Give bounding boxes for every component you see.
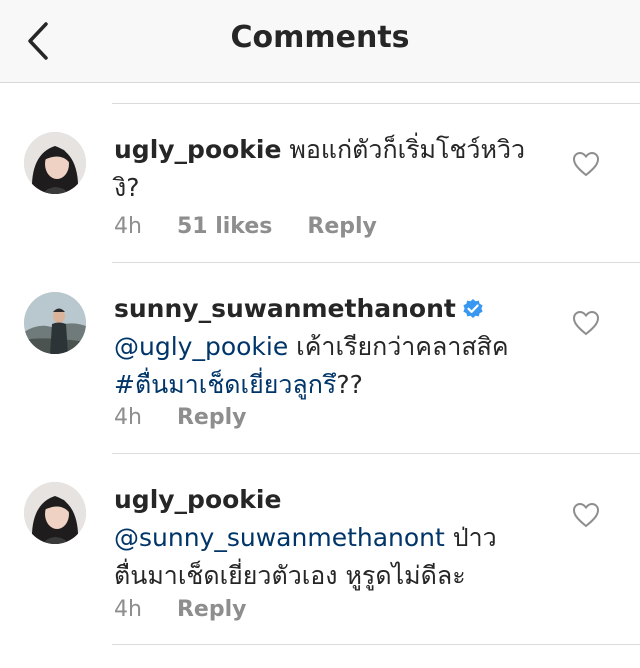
page-title: Comments <box>230 20 410 55</box>
comment-text-continued: ?? <box>336 370 363 399</box>
comment-username[interactable]: ugly_pookie <box>114 135 281 164</box>
comment-text-continued: ตื่นมาเช็ดเยี่ยวตัวเอง หูรูดไม่ดีละ <box>114 561 466 590</box>
verified-badge-icon <box>463 299 483 318</box>
reply-button[interactable]: Reply <box>177 405 247 430</box>
comment-text: พอแก่ตัวก็เริ่มโชว์หวิว <box>289 135 526 164</box>
comment-divider <box>112 262 640 263</box>
reply-button[interactable]: Reply <box>307 214 377 239</box>
comment-divider <box>112 103 640 104</box>
comment-divider <box>112 453 640 454</box>
comment-time: 4h <box>114 214 142 239</box>
heart-outline-icon[interactable] <box>572 151 600 177</box>
navigation-header: Comments <box>0 0 640 83</box>
comment-meta: 4h Reply <box>114 405 274 430</box>
comment-text: เค้าเรียกว่าคลาสสิค <box>288 332 509 361</box>
heart-outline-icon[interactable] <box>572 310 600 336</box>
comment-body: ugly_pookie @sunny_suwanmethanont ป่าว ต… <box>114 481 534 595</box>
comment-body: ugly_pookie พอแก่ตัวก็เริ่มโชว์หวิว งิ? <box>114 131 534 207</box>
comment-username[interactable]: sunny_suwanmethanont <box>114 294 456 323</box>
avatar[interactable] <box>24 132 86 194</box>
comment-time: 4h <box>114 405 142 430</box>
heart-outline-icon[interactable] <box>572 502 600 528</box>
likes-count[interactable]: 51 likes <box>177 214 272 239</box>
mention-link[interactable]: @ugly_pookie <box>114 332 288 361</box>
comment-text: ป่าว <box>444 523 497 552</box>
mention-link[interactable]: @sunny_suwanmethanont <box>114 523 445 552</box>
comment-time: 4h <box>114 597 142 622</box>
comment-divider <box>112 644 640 645</box>
avatar[interactable] <box>24 482 86 544</box>
reply-button[interactable]: Reply <box>177 597 247 622</box>
avatar[interactable] <box>24 292 86 354</box>
comment-username[interactable]: ugly_pookie <box>114 485 281 514</box>
comment-body: sunny_suwanmethanont @ugly_pookie เค้าเร… <box>114 290 534 404</box>
comment-text-continued: งิ? <box>114 173 140 202</box>
comment-meta: 4h 51 likes Reply <box>114 214 405 239</box>
hashtag-link[interactable]: #ตื่นมาเช็ดเยี่ยวลูกรึ <box>114 370 336 399</box>
comment-meta: 4h Reply <box>114 597 274 622</box>
